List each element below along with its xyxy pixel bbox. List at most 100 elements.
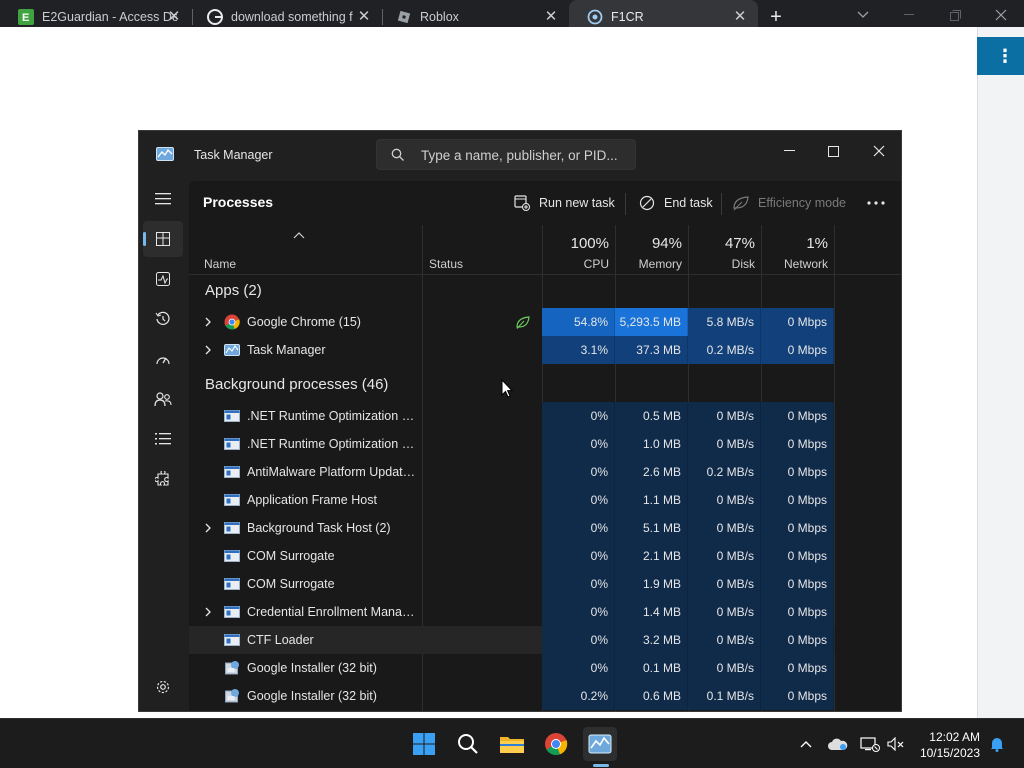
mouse-cursor-icon — [501, 379, 513, 398]
volume-tray-button[interactable] — [884, 732, 908, 756]
column-header-name[interactable]: Name — [189, 225, 422, 275]
show-hidden-icons-button[interactable] — [794, 732, 818, 756]
run-task-icon — [513, 194, 531, 212]
maximize-button[interactable] — [810, 137, 856, 165]
disk-cell: 0 MB/s — [688, 654, 761, 682]
close-icon[interactable]: ✕ — [356, 9, 372, 25]
bell-icon — [990, 738, 1004, 752]
disk-cell: 0 MB/s — [688, 542, 761, 570]
background-process-row[interactable]: .NET Runtime Optimization Se... 0% 1.0 MB 0… — [189, 430, 835, 458]
run-new-task-button[interactable]: Run new task — [513, 189, 615, 217]
efficiency-leaf-icon — [515, 315, 531, 329]
window-title: Task Manager — [194, 148, 273, 162]
close-icon[interactable]: ✕ — [543, 9, 559, 25]
app-row-task-manager[interactable]: Task Manager 3.1% 37.3 MB 0.2 MB/s 0 Mbps — [189, 336, 835, 364]
column-header-disk[interactable]: 47% Disk — [688, 225, 761, 275]
chevron-right-icon[interactable] — [203, 606, 213, 618]
column-header-status[interactable]: Status — [414, 225, 542, 275]
hamburger-menu-icon[interactable] — [143, 181, 183, 217]
end-task-button[interactable]: End task — [638, 189, 713, 217]
navigation-rail — [139, 181, 189, 711]
more-options-button[interactable] — [867, 189, 885, 217]
nav-startup-apps[interactable] — [143, 341, 183, 377]
column-header-memory[interactable]: 94% Memory — [615, 225, 688, 275]
background-process-row[interactable]: Google Installer (32 bit) 0.2% 0.6 MB 0.1 M… — [189, 682, 835, 710]
task-manager-taskbar-button[interactable] — [583, 727, 617, 761]
cpu-cell: 3.1% — [542, 336, 615, 364]
chevron-up-icon — [800, 741, 812, 748]
memory-cell: 5.1 MB — [615, 514, 688, 542]
start-button[interactable] — [407, 727, 441, 761]
group-header-apps: Apps (2) — [205, 282, 262, 299]
background-process-row[interactable]: .NET Runtime Optimization Se... 0% 0.5 MB 0… — [189, 402, 835, 430]
process-icon — [224, 548, 240, 564]
tab-title: download something f — [231, 10, 353, 24]
toolbar-divider — [721, 193, 722, 215]
background-process-row[interactable]: Google Installer (32 bit) 0% 0.1 MB 0 MB/s 0… — [189, 654, 835, 682]
network-tray-button[interactable] — [858, 732, 882, 756]
process-name: Task Manager — [247, 343, 326, 357]
close-icon[interactable]: ✕ — [732, 9, 748, 25]
new-tab-button[interactable]: + — [766, 7, 786, 27]
windows-taskbar: 12:02 AM 10/15/2023 — [0, 718, 1024, 768]
nav-users[interactable] — [143, 381, 183, 417]
column-header-cpu[interactable]: 100% CPU — [542, 225, 615, 275]
minimize-button[interactable] — [886, 0, 932, 30]
nav-services[interactable] — [143, 461, 183, 497]
background-process-row[interactable]: Credential Enrollment Manager 0% 1.4 MB 0 M… — [189, 598, 835, 626]
clock-time[interactable]: 12:02 AM — [924, 730, 980, 744]
file-explorer-button[interactable] — [495, 727, 529, 761]
cpu-cell: 0.2% — [542, 682, 615, 710]
background-process-row[interactable]: Background Task Host (2) 0% 5.1 MB 0 MB/s 0 … — [189, 514, 835, 542]
disk-cell: 0 MB/s — [688, 626, 761, 654]
chevron-right-icon[interactable] — [203, 344, 213, 356]
taskbar-search-button[interactable] — [451, 727, 485, 761]
process-icon — [224, 492, 240, 508]
background-process-row[interactable]: Application Frame Host 0% 1.1 MB 0 MB/s 0 Mb… — [189, 486, 835, 514]
chevron-right-icon[interactable] — [203, 522, 213, 534]
notifications-button[interactable] — [985, 732, 1009, 756]
network-cell: 0 Mbps — [761, 682, 834, 710]
task-manager-window: Task Manager Type a name, publisher, or … — [138, 130, 902, 712]
close-window-button[interactable] — [978, 0, 1024, 30]
toolbar-divider — [625, 193, 626, 215]
users-icon — [154, 392, 172, 407]
network-cell: 0 Mbps — [761, 486, 834, 514]
nav-performance[interactable] — [143, 261, 183, 297]
tab-search-chevron-icon[interactable] — [840, 0, 886, 30]
nav-processes[interactable] — [143, 221, 183, 257]
minimize-button[interactable] — [766, 137, 812, 165]
background-process-row[interactable]: COM Surrogate 0% 1.9 MB 0 MB/s 0 Mbps — [189, 570, 835, 598]
nav-settings[interactable] — [143, 669, 183, 705]
onedrive-tray-button[interactable] — [826, 732, 850, 756]
search-input[interactable] — [421, 146, 631, 164]
cpu-cell: 0% — [542, 458, 615, 486]
end-task-icon — [638, 194, 656, 212]
process-icon — [224, 464, 240, 480]
process-search-box[interactable] — [376, 139, 636, 170]
process-name: Google Installer (32 bit) — [247, 689, 377, 703]
network-cell: 0 Mbps — [761, 542, 834, 570]
chrome-taskbar-button[interactable] — [539, 727, 573, 761]
restore-button[interactable] — [932, 0, 978, 30]
process-name: Google Chrome (15) — [247, 315, 361, 329]
disk-cell: 0.2 MB/s — [688, 336, 761, 364]
nav-details[interactable] — [143, 421, 183, 457]
close-button[interactable] — [856, 137, 901, 165]
efficiency-mode-button[interactable]: Efficiency mode — [732, 189, 846, 217]
disk-cell: 0.2 MB/s — [688, 458, 761, 486]
more-menu-icon[interactable]: ⋮ — [996, 46, 1014, 66]
nav-app-history[interactable] — [143, 301, 183, 337]
background-process-row[interactable]: AntiMalware Platform Update ... 0% 2.6 MB 0… — [189, 458, 835, 486]
background-process-row[interactable]: CTF Loader 0% 3.2 MB 0 MB/s 0 Mbps — [189, 626, 835, 654]
column-header-network[interactable]: 1% Network — [761, 225, 834, 275]
table-header: Name Status 100% CPU 94% Memory 47% Disk… — [189, 225, 901, 275]
background-process-row[interactable]: COM Surrogate 0% 2.1 MB 0 MB/s 0 Mbps — [189, 542, 835, 570]
chevron-right-icon[interactable] — [203, 316, 213, 328]
process-name: CTF Loader — [247, 633, 314, 647]
app-row-google-chrome[interactable]: Google Chrome (15) 54.8% 5,293.5 MB 5.8 MB/… — [189, 308, 835, 336]
disk-cell: 0 MB/s — [688, 402, 761, 430]
close-icon[interactable]: ✕ — [166, 9, 182, 25]
process-name: .NET Runtime Optimization Se... — [247, 409, 419, 423]
clock-date[interactable]: 10/15/2023 — [912, 746, 980, 760]
